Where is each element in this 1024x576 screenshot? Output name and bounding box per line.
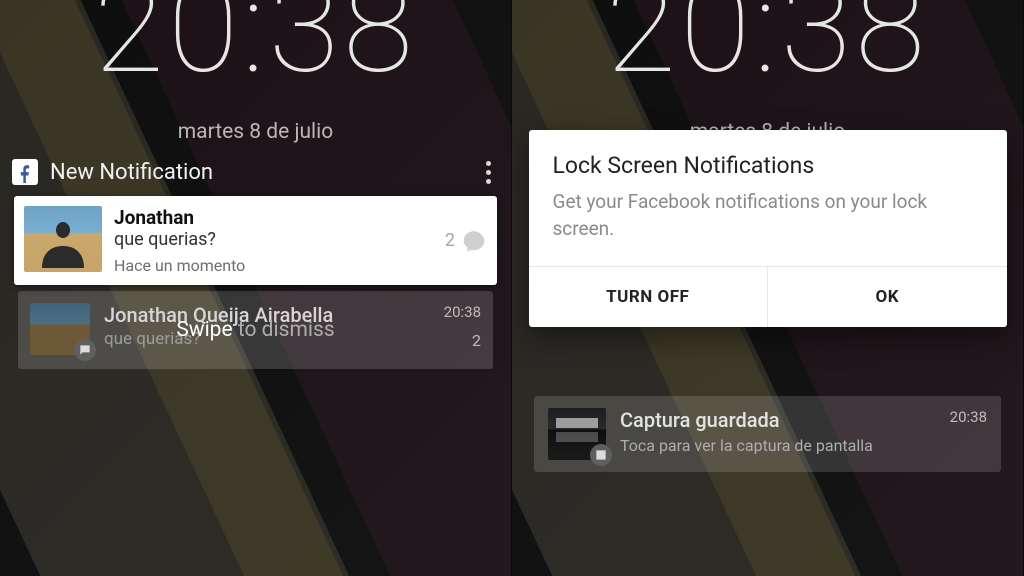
background-notification[interactable]: Jonathan Queija Airabella que querias? 2… xyxy=(18,291,493,369)
more-vert-icon[interactable] xyxy=(478,157,499,188)
turn-off-button[interactable]: TURN OFF xyxy=(529,267,768,327)
chat-badge-icon xyxy=(74,339,96,361)
notification-body: Jonathan que querias? Hace un momento xyxy=(114,206,445,275)
dialog-scrim: Lock Screen Notifications Get your Faceb… xyxy=(512,0,1023,576)
active-notification[interactable]: Jonathan que querias? Hace un momento 2 xyxy=(14,196,497,285)
notification-message: que querias? xyxy=(104,329,430,349)
notification-time: 20:38 xyxy=(444,303,481,321)
clock-date: martes 8 de julio xyxy=(0,120,511,144)
notification-right: 20:38 2 xyxy=(444,303,481,350)
facebook-icon xyxy=(12,159,38,185)
notification-header[interactable]: New Notification xyxy=(6,156,505,188)
avatar xyxy=(24,206,102,272)
messenger-bubble-icon xyxy=(461,228,487,254)
notification-count: 2 xyxy=(445,230,455,251)
clock-time: 20:38 xyxy=(0,0,511,92)
notification-sender: Jonathan xyxy=(114,206,445,229)
dialog-text: Get your Facebook notifications on your … xyxy=(529,189,1007,266)
notification-meta: Hace un momento xyxy=(114,256,445,275)
notification-sender: Jonathan Queija Airabella xyxy=(104,303,430,327)
notification-message: que querias? xyxy=(114,229,445,250)
lockscreen-left: 20:38 martes 8 de julio New Notification… xyxy=(0,0,512,576)
lockscreen-right: 20:38 martes 8 de julio Captura guardada… xyxy=(512,0,1024,576)
avatar xyxy=(30,303,90,355)
notification-body: Jonathan Queija Airabella que querias? xyxy=(104,303,430,349)
lockscreen-notifications-dialog: Lock Screen Notifications Get your Faceb… xyxy=(529,130,1007,327)
notification-right: 2 xyxy=(445,206,487,275)
dialog-actions: TURN OFF OK xyxy=(529,266,1007,327)
ok-button[interactable]: OK xyxy=(767,267,1007,327)
notification-header-title: New Notification xyxy=(50,160,478,185)
dialog-title: Lock Screen Notifications xyxy=(529,130,1007,189)
notification-count: 2 xyxy=(444,331,481,350)
